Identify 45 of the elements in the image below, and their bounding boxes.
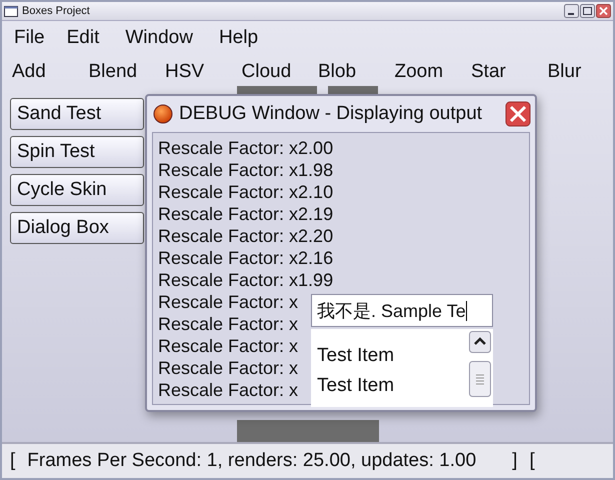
- log-line: Rescale Factor: x: [158, 357, 298, 379]
- menu-item[interactable]: File: [14, 27, 45, 49]
- close-icon[interactable]: [596, 4, 611, 18]
- menu-item[interactable]: Window: [125, 27, 193, 49]
- status-text: Frames Per Second: 1, renders: 25.00, updates: 1.00: [27, 450, 476, 472]
- toolbar-button[interactable]: Blur: [548, 58, 613, 86]
- log-line: Rescale Factor: x: [158, 379, 298, 401]
- side-button[interactable]: Sand Test: [10, 98, 144, 130]
- orb-icon: [153, 104, 173, 124]
- log-line: Rescale Factor: x2.19: [158, 203, 334, 225]
- minimize-icon[interactable]: [564, 4, 579, 18]
- toolbar-button[interactable]: Blend: [88, 58, 165, 86]
- log-line: Rescale Factor: x: [158, 313, 298, 335]
- toolbar-button[interactable]: HSV: [165, 58, 242, 86]
- window-title: Boxes Project: [22, 5, 91, 17]
- toolbar-button[interactable]: Zoom: [394, 58, 471, 86]
- log-line: Rescale Factor: x2.16: [158, 247, 334, 269]
- status-bracket: ]: [512, 450, 518, 472]
- maximize-icon[interactable]: [580, 4, 595, 18]
- scroll-up-icon[interactable]: [469, 331, 491, 353]
- debug-title: DEBUG Window - Displaying output: [179, 103, 484, 125]
- side-button[interactable]: Cycle Skin: [10, 174, 144, 206]
- toolbar-button[interactable]: Cloud: [242, 58, 318, 86]
- toolbar-button[interactable]: Star: [471, 58, 548, 86]
- scroll-thumb-icon[interactable]: [469, 361, 491, 397]
- close-icon[interactable]: [505, 101, 531, 127]
- log-line: Rescale Factor: x2.00: [158, 137, 334, 159]
- side-button[interactable]: Dialog Box: [10, 212, 144, 244]
- status-bracket: [: [529, 450, 535, 472]
- log-line: Rescale Factor: x1.98: [158, 159, 334, 181]
- side-button[interactable]: Spin Test: [10, 136, 144, 168]
- text-input[interactable]: 我不是. Sample Te: [311, 294, 493, 327]
- menu-item[interactable]: Edit: [66, 27, 100, 49]
- menu-item[interactable]: Help: [218, 27, 258, 49]
- status-bracket: [: [10, 450, 16, 472]
- list-item[interactable]: Test Item: [317, 341, 469, 371]
- list-item[interactable]: Test Item: [317, 371, 469, 401]
- log-line: Rescale Factor: x2.10: [158, 181, 334, 203]
- log-line: Rescale Factor: x: [158, 291, 298, 313]
- log-line: Rescale Factor: x1.99: [158, 269, 334, 291]
- log-line: Rescale Factor: x2.20: [158, 225, 334, 247]
- app-icon: [4, 6, 18, 16]
- log-line: Rescale Factor: x: [158, 335, 298, 357]
- toolbar-button[interactable]: Blob: [318, 58, 394, 86]
- toolbar-button[interactable]: Add: [12, 58, 88, 86]
